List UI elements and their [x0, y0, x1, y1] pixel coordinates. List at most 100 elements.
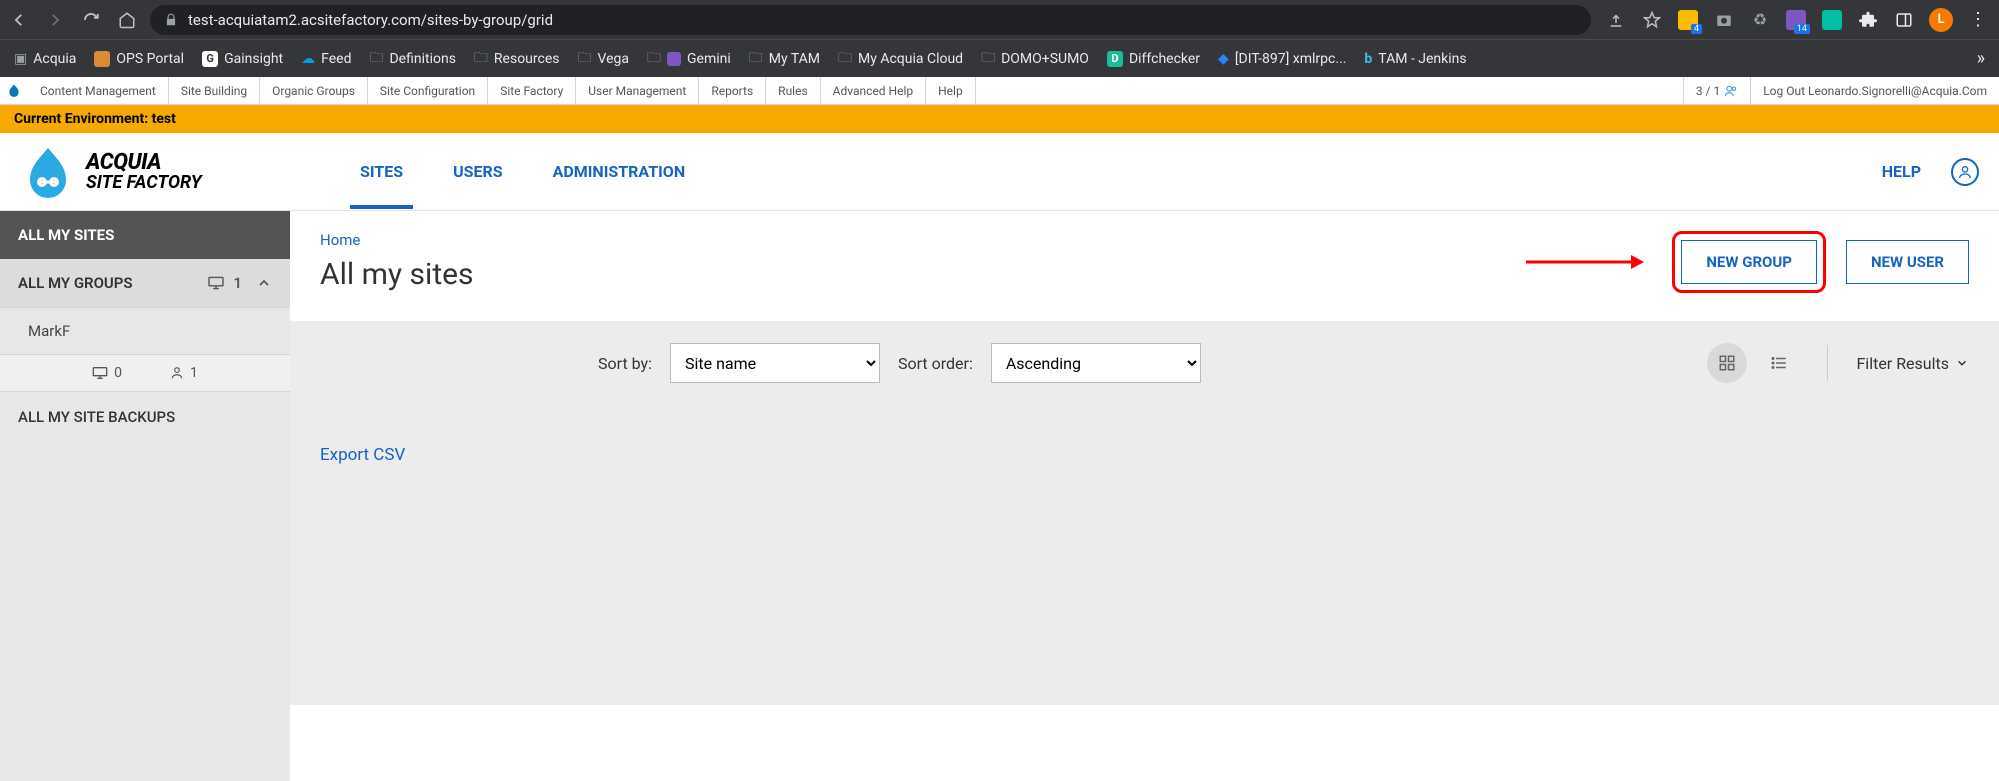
- bookmark-item[interactable]: 🗀My Acquia Cloud: [838, 47, 963, 71]
- sidebar-group-item[interactable]: MarkF: [0, 308, 290, 355]
- help-link[interactable]: HELP: [1882, 162, 1921, 181]
- admin-item[interactable]: Site Factory: [488, 77, 576, 104]
- admin-item[interactable]: Site Building: [169, 77, 260, 104]
- profile-avatar[interactable]: L: [1929, 8, 1953, 32]
- groups-count: 1: [233, 274, 242, 292]
- list-icon: [1770, 354, 1788, 372]
- folder-icon: 🗀: [647, 47, 661, 71]
- bookmarks-bar: ▣Acquia OPS Portal GGainsight ☁Feed 🗀Def…: [0, 39, 1999, 77]
- home-icon[interactable]: [118, 11, 136, 29]
- ext-green-icon[interactable]: [1821, 9, 1843, 31]
- sidebar-all-groups[interactable]: ALL MY GROUPS 1: [0, 259, 290, 308]
- ext-yellow-icon[interactable]: 4: [1677, 9, 1699, 31]
- main-content: Home All my sites NEW GROUP NEW USER Sor…: [290, 211, 1999, 781]
- bookmark-item[interactable]: 🗀My TAM: [749, 47, 820, 71]
- folder-icon: 🗀: [578, 47, 592, 71]
- drupal-icon[interactable]: [0, 83, 28, 99]
- user-menu[interactable]: [1951, 158, 1979, 186]
- bookmark-item[interactable]: 🗀DOMO+SUMO: [981, 47, 1089, 71]
- tab-administration[interactable]: ADMINISTRATION: [553, 134, 686, 209]
- gainsight-icon: G: [202, 51, 218, 67]
- annotation-highlight: NEW GROUP: [1672, 231, 1826, 293]
- reload-icon[interactable]: [82, 11, 100, 29]
- share-icon[interactable]: [1605, 9, 1627, 31]
- extensions-icon[interactable]: [1857, 9, 1879, 31]
- bookmark-item[interactable]: 🗀Vega: [578, 47, 630, 71]
- bookmarks-overflow[interactable]: »: [1977, 48, 1985, 69]
- admin-count: 3 / 1: [1683, 77, 1750, 104]
- bookmark-item[interactable]: bTAM - Jenkins: [1364, 51, 1466, 67]
- acquia-drop-icon: [20, 144, 76, 200]
- toolbar: Sort by: Site name Sort order: Ascending…: [290, 321, 1999, 405]
- chevron-down-icon: [1955, 356, 1969, 370]
- sort-by-label: Sort by:: [598, 354, 652, 373]
- admin-item[interactable]: User Management: [576, 77, 699, 104]
- grid-icon: [1718, 354, 1736, 372]
- grid-view-button[interactable]: [1707, 343, 1747, 383]
- page-title: All my sites: [320, 257, 474, 292]
- admin-bar: Content Management Site Building Organic…: [0, 77, 1999, 105]
- ext-purple-icon[interactable]: 14: [1785, 9, 1807, 31]
- environment-banner: Current Environment: test: [0, 105, 1999, 133]
- bookmark-item[interactable]: ▣Acquia: [14, 51, 76, 67]
- admin-item[interactable]: Help: [926, 77, 976, 104]
- annotation-arrow: [1526, 252, 1646, 272]
- folder-icon: 🗀: [838, 47, 852, 71]
- diffchecker-icon: D: [1107, 51, 1123, 67]
- sort-order-select[interactable]: Ascending: [991, 343, 1201, 383]
- bookmark-item[interactable]: 🗀Resources: [474, 47, 560, 71]
- sites-count: 0: [114, 365, 122, 381]
- monitor-icon: [92, 366, 108, 380]
- logo-text-1: ACQUIA: [86, 152, 202, 174]
- sidebar-backups[interactable]: ALL MY SITE BACKUPS: [0, 392, 290, 442]
- panel-icon[interactable]: [1893, 9, 1915, 31]
- admin-item[interactable]: Rules: [766, 77, 820, 104]
- bookmark-item[interactable]: OPS Portal: [94, 51, 184, 67]
- person-icon: [170, 366, 184, 380]
- sidebar-groups-label: ALL MY GROUPS: [18, 274, 133, 292]
- sidebar-all-sites[interactable]: ALL MY SITES: [0, 211, 290, 259]
- forward-icon[interactable]: [46, 11, 64, 29]
- bookmark-item[interactable]: DDiffchecker: [1107, 51, 1200, 67]
- app-logo[interactable]: ACQUIA SITE FACTORY: [20, 144, 300, 200]
- gemini-icon: [667, 52, 681, 66]
- jira-icon: ◆: [1218, 51, 1229, 67]
- star-icon[interactable]: [1641, 9, 1663, 31]
- admin-item[interactable]: Site Configuration: [368, 77, 488, 104]
- folder-icon: 🗀: [369, 47, 383, 71]
- logo-text-2: SITE FACTORY: [86, 174, 202, 192]
- admin-item[interactable]: Organic Groups: [260, 77, 368, 104]
- url-bar[interactable]: test-acquiatam2.acsitefactory.com/sites-…: [150, 5, 1591, 35]
- folder-icon: 🗀: [474, 47, 488, 71]
- logout-link[interactable]: Log Out Leonardo.Signorelli@Acquia.Com: [1750, 77, 1999, 104]
- tab-users[interactable]: USERS: [453, 134, 503, 209]
- bookmark-item[interactable]: GGainsight: [202, 51, 283, 67]
- admin-item[interactable]: Advanced Help: [821, 77, 926, 104]
- new-group-button[interactable]: NEW GROUP: [1681, 240, 1817, 284]
- ops-icon: [94, 51, 110, 67]
- sort-by-select[interactable]: Site name: [670, 343, 880, 383]
- bookmark-item[interactable]: ☁Feed: [301, 51, 351, 67]
- browser-toolbar: test-acquiatam2.acsitefactory.com/sites-…: [0, 0, 1999, 39]
- export-csv-link[interactable]: Export CSV: [320, 445, 405, 465]
- recycle-icon[interactable]: ♻: [1749, 9, 1771, 31]
- breadcrumb[interactable]: Home: [320, 231, 474, 249]
- admin-item[interactable]: Reports: [699, 77, 766, 104]
- sidebar-stats: 0 1: [0, 355, 290, 392]
- admin-item[interactable]: Content Management: [28, 77, 169, 104]
- bookmark-item[interactable]: ◆[DIT-897] xmlrpc...: [1218, 51, 1346, 67]
- new-user-button[interactable]: NEW USER: [1846, 240, 1969, 284]
- back-icon[interactable]: [10, 11, 28, 29]
- sidebar: ALL MY SITES ALL MY GROUPS 1 MarkF 0 1 A…: [0, 211, 290, 781]
- kebab-icon[interactable]: ⋮: [1967, 9, 1989, 31]
- bookmark-item[interactable]: 🗀Gemini: [647, 47, 731, 71]
- folder-icon: 🗀: [749, 47, 763, 71]
- bookmark-item[interactable]: 🗀Definitions: [369, 47, 455, 71]
- app-header: ACQUIA SITE FACTORY SITES USERS ADMINIST…: [0, 133, 1999, 211]
- filter-results[interactable]: Filter Results: [1856, 354, 1969, 373]
- camera-icon[interactable]: [1713, 9, 1735, 31]
- list-view-button[interactable]: [1759, 343, 1799, 383]
- tab-sites[interactable]: SITES: [360, 134, 403, 209]
- chevron-up-icon: [256, 275, 272, 291]
- sort-order-label: Sort order:: [898, 354, 973, 373]
